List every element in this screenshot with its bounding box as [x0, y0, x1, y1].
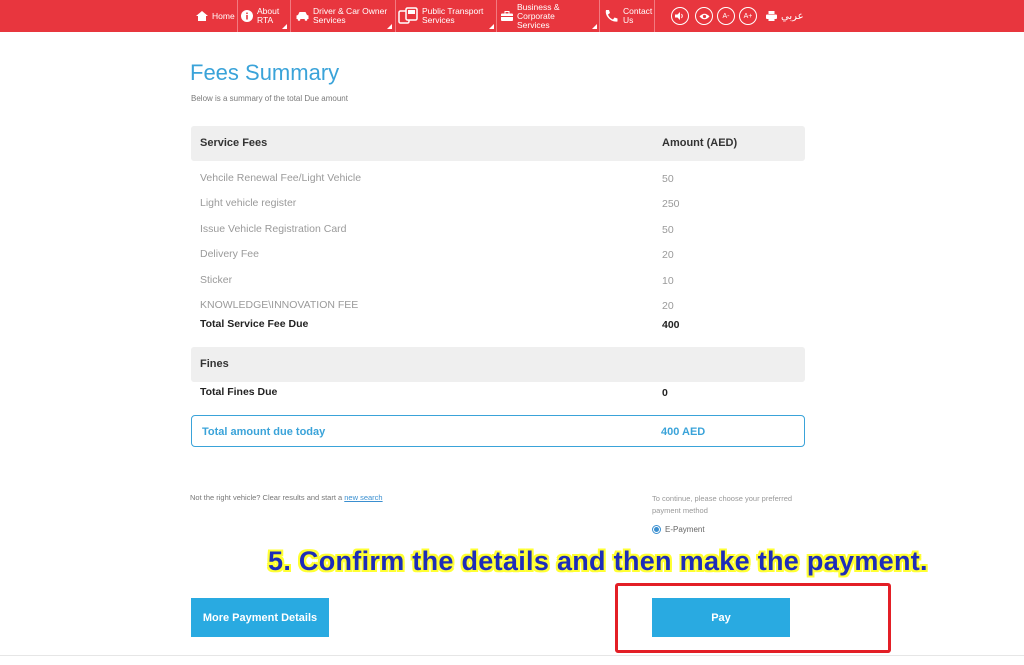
service-fees-header: Service Fees Amount (AED): [191, 126, 805, 161]
fee-row-label: KNOWLEDGE\INNOVATION FEE: [200, 299, 359, 311]
more-payment-details-button[interactable]: More Payment Details: [191, 598, 329, 637]
nav-home-label: Home: [212, 10, 235, 21]
car-icon: [296, 11, 309, 21]
payment-method-note: To continue, please choose your preferre…: [652, 494, 793, 515]
fee-row-amount: 50: [662, 224, 674, 236]
nav-about-label-line2: RTA: [257, 15, 274, 25]
nav-contact-us[interactable]: Contact Us: [603, 0, 653, 32]
language-switch-arabic[interactable]: عربي: [766, 0, 804, 32]
nav-business-label-line1: Business & Corporate: [517, 1, 560, 21]
dropdown-corner-icon: [387, 24, 392, 29]
new-search-link[interactable]: new search: [344, 493, 382, 502]
nav-public-label-line2: Services: [422, 15, 455, 25]
not-right-vehicle-note: Not the right vehicle? Clear results and…: [190, 493, 383, 502]
fee-row-label: Sticker: [200, 274, 233, 286]
fee-row-amount: 10: [662, 275, 674, 287]
home-icon: [196, 11, 208, 21]
nav-divider: [237, 0, 238, 32]
bus-icon: [398, 7, 418, 25]
nav-driver-label-line2: Services: [313, 15, 346, 25]
nav-divider: [599, 0, 600, 32]
phone-icon: [603, 9, 619, 23]
dropdown-corner-icon: [282, 24, 287, 29]
total-service-fee-amount: 400: [662, 319, 680, 331]
arabic-label: عربي: [781, 10, 804, 22]
dropdown-corner-icon: [489, 24, 494, 29]
fee-row-amount: 250: [662, 198, 680, 210]
nav-divider: [395, 0, 396, 32]
fines-header: Fines: [191, 347, 805, 382]
pay-highlight-frame: [615, 583, 891, 653]
e-payment-option[interactable]: E-Payment: [652, 525, 705, 534]
info-icon: [241, 10, 253, 22]
dropdown-corner-icon: [592, 24, 597, 29]
total-service-fee-label: Total Service Fee Due: [200, 318, 309, 330]
increase-font-button[interactable]: A+: [739, 7, 757, 25]
fee-row-amount: 50: [662, 173, 674, 185]
tutorial-annotation: 5. Confirm the details and then make the…: [268, 546, 928, 576]
e-payment-label: E-Payment: [665, 525, 705, 534]
fee-row-label: Issue Vehicle Registration Card: [200, 223, 347, 235]
total-fines-amount: 0: [662, 387, 668, 399]
nav-home[interactable]: Home: [196, 0, 235, 32]
fines-header-label: Fines: [200, 358, 229, 370]
nav-public-transport-services[interactable]: Public Transport Services: [398, 0, 496, 32]
note-text: Not the right vehicle? Clear results and…: [190, 493, 345, 502]
fee-row-amount: 20: [662, 249, 674, 261]
decrease-font-button[interactable]: A-: [717, 7, 735, 25]
nav-about-rta[interactable]: About RTA: [241, 0, 289, 32]
nav-divider: [290, 0, 291, 32]
page-bottom-divider: [0, 655, 1024, 656]
speaker-icon[interactable]: [671, 7, 689, 25]
nav-contact-label-line2: Us: [623, 15, 634, 25]
fee-row-label: Light vehicle register: [200, 197, 297, 209]
amount-header-label: Amount (AED): [662, 137, 738, 149]
total-fines-label: Total Fines Due: [200, 386, 278, 398]
print-icon: [766, 11, 777, 21]
nav-driver-car-owner-services[interactable]: Driver & Car Owner Services: [296, 0, 394, 32]
nav-business-label-line2: Services: [517, 19, 550, 30]
nav-business-corporate-services[interactable]: Business & Corporate Services: [501, 0, 599, 32]
increase-font-label: A+: [743, 12, 753, 20]
eye-icon[interactable]: [695, 7, 713, 25]
fee-row-label: Delivery Fee: [200, 248, 259, 260]
page-title: Fees Summary: [190, 60, 340, 85]
total-amount-box: Total amount due today 400 AED: [191, 415, 805, 447]
decrease-font-label: A-: [722, 12, 730, 20]
service-fees-header-label: Service Fees: [200, 137, 268, 149]
fee-row-label: Vehcile Renewal Fee/Light Vehicle: [200, 172, 362, 184]
e-payment-radio[interactable]: [652, 525, 661, 534]
total-amount-value: 400 AED: [661, 426, 706, 438]
total-amount-label: Total amount due today: [202, 426, 326, 438]
nav-divider: [496, 0, 497, 32]
page-subtitle: Below is a summary of the total Due amou…: [191, 94, 348, 103]
briefcase-icon: [501, 11, 513, 21]
nav-divider: [654, 0, 655, 32]
fee-row-amount: 20: [662, 300, 674, 312]
